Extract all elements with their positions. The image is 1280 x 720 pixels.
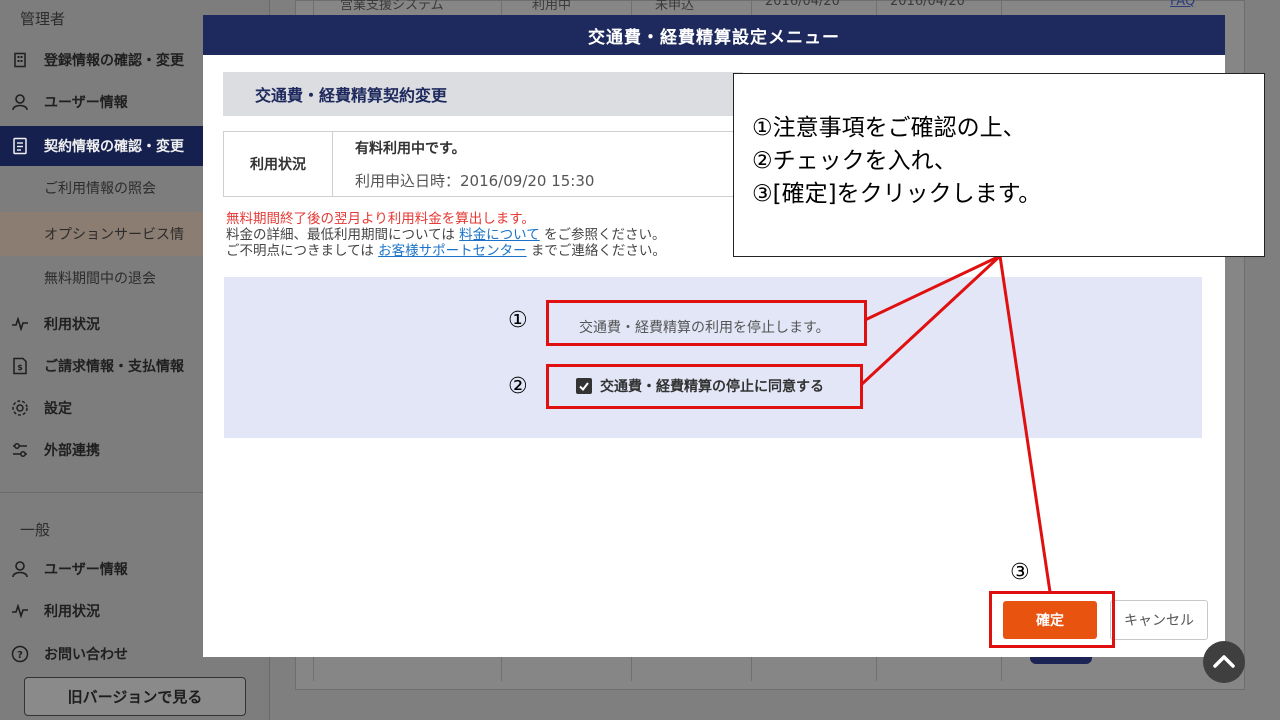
highlight-box-confirm-button <box>989 591 1115 648</box>
marker-3: ③ <box>1010 560 1030 585</box>
instruction-line-3: ③[確定]をクリックします。 <box>752 181 1042 207</box>
marker-2: ② <box>508 374 528 399</box>
instruction-line-1: ①注意事項をご確認の上、 <box>752 115 1026 141</box>
highlight-box-stop-message <box>546 300 867 346</box>
marker-1: ① <box>508 308 528 333</box>
highlight-box-agree-checkbox <box>546 364 863 409</box>
instruction-callout: ①注意事項をご確認の上、 ②チェックを入れ、 ③[確定]をクリックします。 <box>733 73 1265 257</box>
instruction-line-2: ②チェックを入れ、 <box>752 148 957 174</box>
